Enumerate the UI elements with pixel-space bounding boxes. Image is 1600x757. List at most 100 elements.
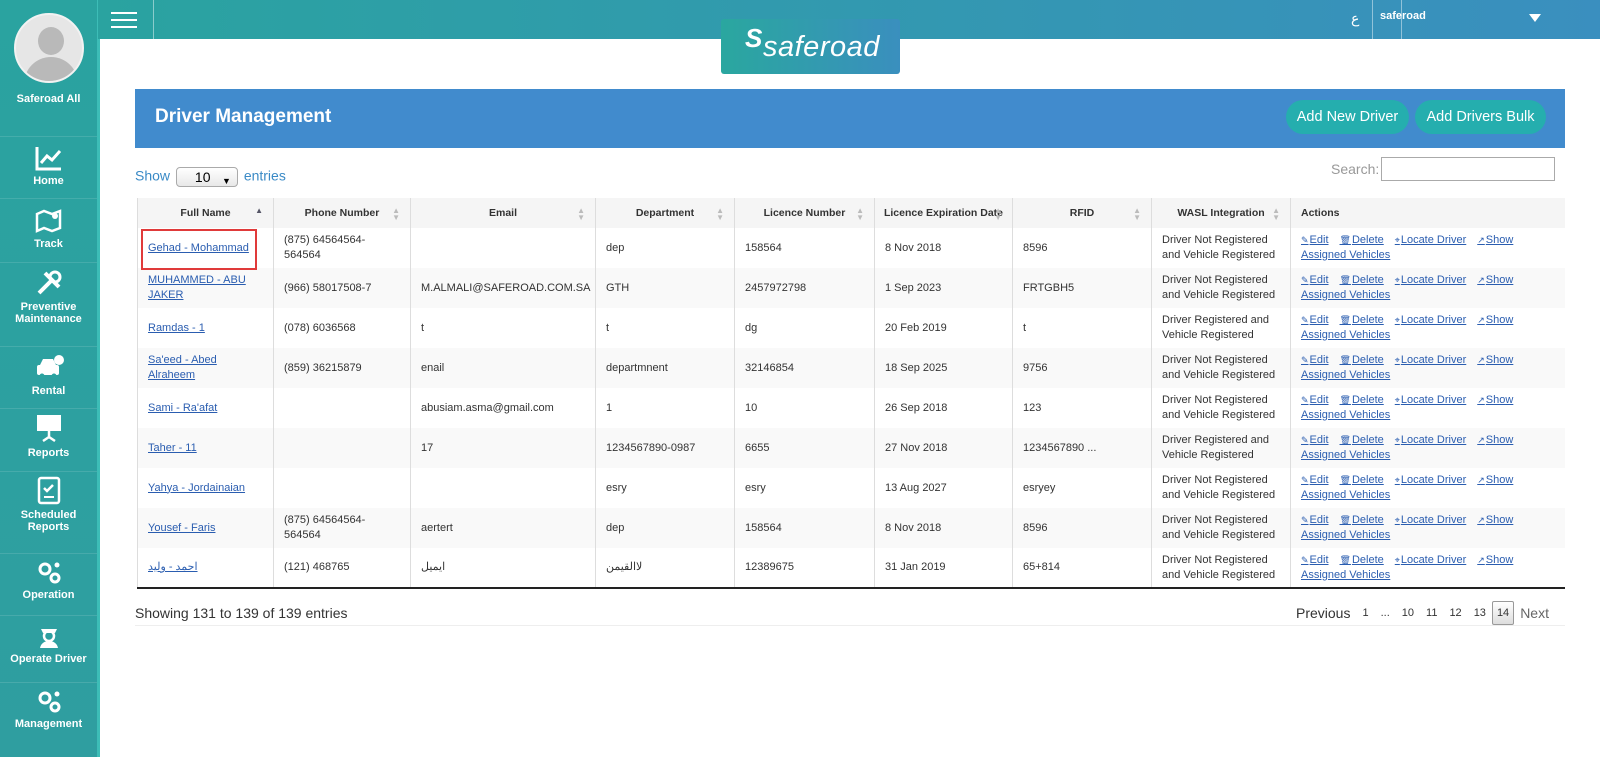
previous-button[interactable]: Previous: [1290, 605, 1356, 621]
driver-name-link[interactable]: Taher - 11: [148, 442, 197, 454]
pin-icon: ⌖: [1394, 554, 1400, 565]
driver-name-link[interactable]: Yousef - Faris: [148, 522, 215, 534]
page-button[interactable]: 11: [1420, 607, 1443, 619]
sidebar-edge: [97, 0, 100, 757]
chevron-down-icon: ▼: [222, 176, 231, 186]
edit-link[interactable]: ✎Edit: [1301, 234, 1329, 246]
edit-link[interactable]: ✎Edit: [1301, 514, 1329, 526]
email-cell: M.ALMALI@SAFEROAD.COM.SA: [410, 268, 596, 308]
delete-link[interactable]: 🗑Delete: [1340, 514, 1384, 526]
delete-link[interactable]: 🗑Delete: [1340, 314, 1384, 326]
next-button[interactable]: Next: [1514, 605, 1555, 621]
column-header-full-name[interactable]: Full Name ▲: [137, 198, 274, 228]
full-name-cell: Sami - Ra'afat: [137, 388, 274, 428]
sidebar-item-operation[interactable]: Operation: [0, 553, 97, 613]
delete-link[interactable]: 🗑Delete: [1340, 394, 1384, 406]
licence-number-cell: esry: [734, 468, 875, 508]
edit-icon: ✎: [1301, 355, 1309, 365]
locate-driver-link[interactable]: ⌖Locate Driver: [1395, 434, 1467, 446]
add-new-driver-button[interactable]: Add New Driver: [1286, 100, 1409, 134]
driver-name-link[interactable]: Gehad - Mohammad: [148, 242, 249, 254]
driver-name-link[interactable]: Sa'eed - Abed Alraheem: [148, 354, 217, 381]
pin-icon: ⌖: [1394, 435, 1400, 445]
table-header-row: Full Name ▲ Phone Number ▲ ▼ Email ▲ ▼ Depart…: [137, 198, 1565, 228]
page-button[interactable]: 1: [1356, 607, 1374, 619]
delete-link[interactable]: 🗑Delete: [1340, 234, 1384, 246]
sidebar-item-reports[interactable]: Reports: [0, 408, 97, 468]
sidebar-item-operate-driver[interactable]: Operate Driver: [0, 615, 97, 677]
page-length-select[interactable]: 10 ▼: [175, 167, 238, 187]
phone-cell: [273, 428, 411, 468]
sidebar: Saferoad All Home Track Preventive Maint…: [0, 0, 100, 757]
delete-link[interactable]: 🗑Delete: [1340, 434, 1384, 446]
locate-driver-link[interactable]: ⌖Locate Driver: [1395, 474, 1467, 486]
table-row: Sa'eed - Abed Alraheem (859) 36215879 enai…: [137, 348, 1565, 388]
driver-name-link[interactable]: Yahya - Jordainaian: [148, 482, 245, 494]
page-button[interactable]: 13: [1468, 607, 1492, 619]
edit-link[interactable]: ✎Edit: [1301, 554, 1329, 566]
chevron-down-icon[interactable]: [1529, 14, 1541, 22]
edit-link[interactable]: ✎Edit: [1301, 274, 1329, 286]
language-toggle[interactable]: ع: [1351, 10, 1359, 27]
column-header-phone[interactable]: Phone Number ▲ ▼: [273, 198, 411, 228]
column-header-rfid[interactable]: RFID ▲ ▼: [1012, 198, 1152, 228]
edit-link[interactable]: ✎Edit: [1301, 434, 1329, 446]
column-header-email[interactable]: Email ▲ ▼: [410, 198, 596, 228]
edit-icon: ✎: [1301, 515, 1309, 525]
driver-name-link[interactable]: MUHAMMED - ABU JAKER: [148, 274, 246, 301]
edit-icon: ✎: [1301, 395, 1309, 405]
email-cell: abusiam.asma@gmail.com: [410, 388, 596, 428]
phone-cell: (875) 64564564-564564: [273, 228, 411, 268]
driver-name-link[interactable]: احمد - وليد: [148, 561, 198, 573]
locate-driver-link[interactable]: ⌖Locate Driver: [1395, 394, 1467, 406]
driver-name-link[interactable]: Ramdas - 1: [148, 322, 205, 334]
sidebar-item-management[interactable]: Management: [0, 682, 97, 744]
email-cell: aertert: [410, 508, 596, 548]
page-button[interactable]: 10: [1396, 607, 1420, 619]
delete-link[interactable]: 🗑Delete: [1340, 274, 1384, 286]
locate-driver-link[interactable]: ⌖Locate Driver: [1395, 514, 1467, 526]
column-header-wasl[interactable]: WASL Integration ▲ ▼: [1151, 198, 1291, 228]
column-header-department[interactable]: Department ▲ ▼: [595, 198, 735, 228]
column-header-licence-number[interactable]: Licence Number ▲ ▼: [734, 198, 875, 228]
full-name-cell: Taher - 11: [137, 428, 274, 468]
delete-link[interactable]: 🗑Delete: [1340, 554, 1384, 566]
sidebar-item-rental[interactable]: Rental: [0, 346, 97, 406]
page-button[interactable]: 12: [1443, 607, 1467, 619]
sidebar-item-home[interactable]: Home: [0, 136, 97, 196]
table-row: Yahya - Jordainaian esry esry 13 Aug 2027 es…: [137, 468, 1565, 508]
edit-icon: ✎: [1301, 275, 1309, 285]
current-page-button[interactable]: 14: [1491, 601, 1515, 625]
delete-link[interactable]: 🗑Delete: [1340, 474, 1384, 486]
actions-cell: ✎Edit 🗑Delete ⌖Locate Driver ↗Show Assigned…: [1290, 268, 1565, 308]
edit-icon: ✎: [1301, 315, 1309, 325]
phone-cell: (121) 468765: [273, 548, 411, 589]
gears-icon: [38, 562, 60, 584]
locate-driver-link[interactable]: ⌖Locate Driver: [1395, 234, 1467, 246]
search-input[interactable]: [1381, 157, 1555, 181]
user-menu[interactable]: saferoad: [1380, 10, 1426, 22]
hamburger-menu-icon[interactable]: [111, 12, 137, 28]
sidebar-item-preventive-maintenance[interactable]: Preventive Maintenance: [0, 262, 97, 334]
locate-driver-link[interactable]: ⌖Locate Driver: [1395, 354, 1467, 366]
add-drivers-bulk-button[interactable]: Add Drivers Bulk: [1415, 100, 1546, 134]
edit-link[interactable]: ✎Edit: [1301, 394, 1329, 406]
full-name-cell: احمد - وليد: [137, 548, 274, 589]
actions-cell: ✎Edit 🗑Delete ⌖Locate Driver ↗Show Assigned…: [1290, 428, 1565, 468]
column-header-licence-expiration[interactable]: Licence Expiration Date ▲ ▼: [874, 198, 1013, 228]
edit-link[interactable]: ✎Edit: [1301, 354, 1329, 366]
sidebar-item-scheduled-reports[interactable]: Scheduled Reports: [0, 471, 97, 543]
chart-icon: [35, 147, 61, 171]
licence-number-cell: dg: [734, 308, 875, 348]
locate-driver-link[interactable]: ⌖Locate Driver: [1395, 554, 1467, 566]
locate-driver-link[interactable]: ⌖Locate Driver: [1395, 274, 1467, 286]
sidebar-item-track[interactable]: Track: [0, 198, 97, 261]
locate-driver-link[interactable]: ⌖Locate Driver: [1395, 314, 1467, 326]
edit-link[interactable]: ✎Edit: [1301, 314, 1329, 326]
driver-name-link[interactable]: Sami - Ra'afat: [148, 402, 217, 414]
actions-cell: ✎Edit 🗑Delete ⌖Locate Driver ↗Show Assigned…: [1290, 388, 1565, 428]
avatar[interactable]: [14, 13, 84, 83]
delete-link[interactable]: 🗑Delete: [1340, 354, 1384, 366]
clipboard-icon: [37, 476, 60, 505]
edit-link[interactable]: ✎Edit: [1301, 474, 1329, 486]
